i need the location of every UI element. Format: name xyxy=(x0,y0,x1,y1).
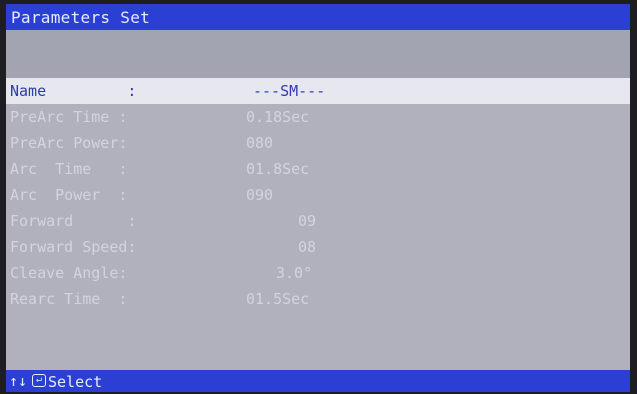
param-value: 08 xyxy=(298,238,317,256)
param-row-prearc-time[interactable]: PreArc Time : 0.18Sec xyxy=(6,104,630,130)
param-value: 080 xyxy=(246,134,274,152)
param-label: PreArc Time : xyxy=(10,108,128,126)
param-row-cleave-angle[interactable]: Cleave Angle: 3.0° xyxy=(6,260,630,286)
param-row-prearc-power[interactable]: PreArc Power: 080 xyxy=(6,130,630,156)
enter-key-icon: ↵ xyxy=(32,374,46,387)
param-row-arc-time[interactable]: Arc Time : 01.8Sec xyxy=(6,156,630,182)
param-row-rearc-time[interactable]: Rearc Time : 01.5Sec xyxy=(6,286,630,312)
param-label: Forward Speed: xyxy=(10,238,137,256)
param-value: 3.0° xyxy=(276,264,313,282)
param-value: 090 xyxy=(246,186,274,204)
lcd-screen: Parameters Set Name : ---SM--- PreArc Ti… xyxy=(6,4,630,392)
device-bezel: Parameters Set Name : ---SM--- PreArc Ti… xyxy=(0,0,637,394)
param-row-name[interactable]: Name : ---SM--- xyxy=(6,78,630,104)
param-label: Arc Time : xyxy=(10,160,128,178)
param-label: Forward : xyxy=(10,212,137,230)
param-row-forward[interactable]: Forward : 09 xyxy=(6,208,630,234)
param-value: 01.8Sec xyxy=(246,160,310,178)
param-row-forward-speed[interactable]: Forward Speed: 08 xyxy=(6,234,630,260)
header-spacer xyxy=(6,30,630,78)
footer-bar: ↑↓ ↵ Select xyxy=(6,370,630,392)
param-label: PreArc Power: xyxy=(10,134,128,152)
page-title: Parameters Set xyxy=(11,8,151,27)
title-bar: Parameters Set xyxy=(6,4,630,30)
param-label: Cleave Angle: xyxy=(10,264,128,282)
footer-hint: Select xyxy=(48,373,103,391)
param-value: ---SM--- xyxy=(253,82,326,100)
param-value: 0.18Sec xyxy=(246,108,310,126)
param-value: 09 xyxy=(298,212,317,230)
param-value: 01.5Sec xyxy=(246,290,310,308)
param-label: Name : xyxy=(10,82,137,100)
param-label: Rearc Time : xyxy=(10,290,128,308)
param-row-arc-power[interactable]: Arc Power : 090 xyxy=(6,182,630,208)
up-down-arrows-icon: ↑↓ xyxy=(9,372,28,390)
parameter-list: Name : ---SM--- PreArc Time : 0.18Sec Pr… xyxy=(6,78,630,372)
param-label: Arc Power : xyxy=(10,186,128,204)
